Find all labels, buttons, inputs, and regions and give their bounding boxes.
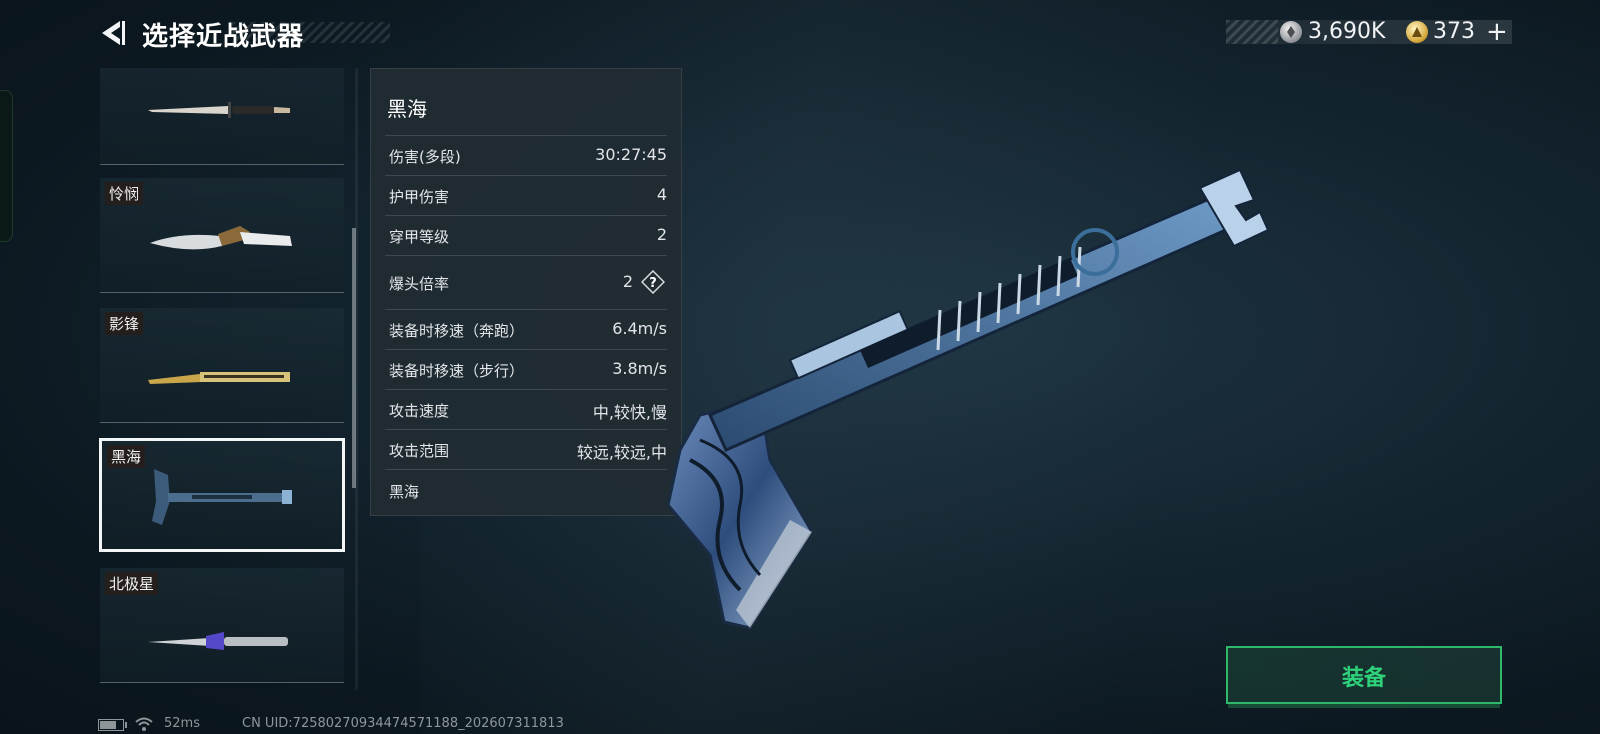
stat-key: 爆头倍率 (389, 275, 450, 293)
silver-coin-icon (1280, 21, 1302, 43)
page-title: 选择近战武器 (142, 22, 305, 52)
weapon-label: 怜悯 (105, 182, 144, 205)
currency-bar: 3,690K 373 + (1226, 17, 1512, 47)
stat-key: 攻击范围 (389, 442, 450, 460)
stat-key: 伤害(多段) (389, 148, 461, 166)
stat-row-attack-speed: 攻击速度 中,较快,慢 (385, 389, 667, 430)
knife-image (150, 226, 292, 250)
stat-key: 攻击速度 (389, 402, 450, 420)
weapon-stats-panel: 黑海 伤害(多段) 30:27:45 护甲伤害 4 穿甲等级 2 爆头倍率 2 … (370, 68, 682, 516)
stat-row-headshot: 爆头倍率 2 ? (385, 255, 667, 310)
knife-image (148, 372, 290, 384)
list-scrollbar-thumb[interactable] (352, 228, 356, 488)
wifi-icon (135, 717, 153, 731)
stat-key: 穿甲等级 (389, 228, 450, 246)
stat-row-walk-speed: 装备时移速（步行） 3.8m/s (385, 349, 667, 390)
weapon-label: 黑海 (107, 445, 146, 468)
weapon-name: 黑海 (387, 97, 427, 121)
ping-value: 52ms (164, 716, 200, 731)
knife-image (148, 632, 288, 650)
stat-row-armor-damage: 护甲伤害 4 (385, 175, 667, 216)
stat-row-penetration: 穿甲等级 2 (385, 215, 667, 256)
weapon-card-selected[interactable]: 黑海 (99, 438, 345, 552)
weapon-card[interactable]: 怜悯 (100, 178, 344, 293)
battery-icon (98, 719, 127, 731)
weapon-list[interactable]: 怜悯 影锋 黑海 北极星 (98, 68, 348, 700)
stat-value: 2 (622, 272, 633, 291)
stat-row-attack-range: 攻击范围 较远,较远,中 (385, 429, 667, 470)
user-uid: CN UID:7258027093447457118​8_20260731181… (242, 716, 564, 731)
side-drawer-handle[interactable] (0, 90, 13, 242)
equip-label: 装备 (1341, 666, 1386, 691)
back-arrow-icon (102, 21, 125, 45)
currency-decoration (1226, 20, 1278, 44)
stat-key: 装备时移速（步行） (389, 362, 525, 380)
stat-row-damage: 伤害(多段) 30:27:45 (385, 135, 667, 176)
stat-row-run-speed: 装备时移速（奔跑） 6.4m/s (385, 309, 667, 350)
add-currency-button[interactable]: + (1486, 17, 1508, 47)
weapon-skin-name: 黑海 (389, 483, 420, 501)
weapon-card[interactable] (100, 68, 344, 165)
stat-key: 护甲伤害 (389, 188, 450, 206)
equip-button[interactable]: 装备 (1226, 646, 1502, 708)
silver-currency-value: 3,690K (1308, 19, 1386, 44)
knife-image (148, 102, 290, 118)
back-button[interactable] (98, 18, 128, 48)
gold-currency-value: 373 (1433, 19, 1475, 44)
stat-divider (385, 469, 667, 470)
axe-image (152, 469, 292, 525)
stat-key: 装备时移速（奔跑） (389, 322, 525, 340)
weapon-preview-image (666, 168, 1270, 630)
weapon-card[interactable]: 北极星 (100, 568, 344, 683)
weapon-label: 影锋 (105, 312, 144, 335)
weapon-card[interactable]: 影锋 (100, 308, 344, 423)
gold-coin-icon (1406, 21, 1428, 43)
